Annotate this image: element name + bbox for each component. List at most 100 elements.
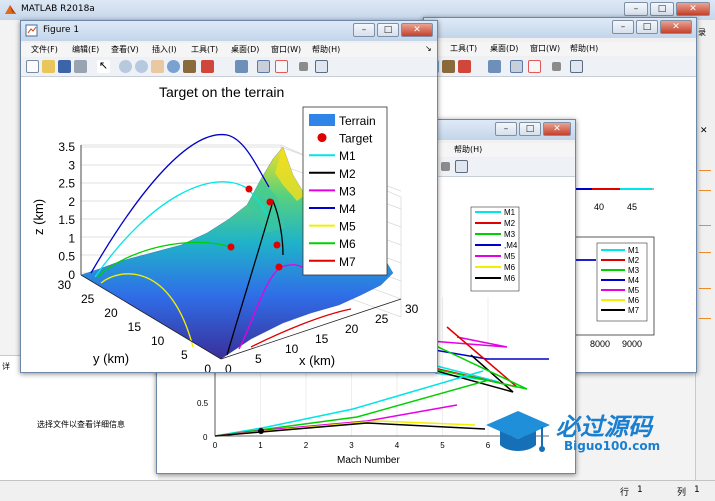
right-edge-marker xyxy=(699,170,711,171)
pan-icon[interactable] xyxy=(151,60,164,73)
figure2-close-button[interactable]: ✕ xyxy=(543,122,571,136)
figure2-legend: M1 M2 M3 ,M4 M5 M6 M6 xyxy=(470,206,520,292)
edit-plot-icon[interactable]: ↖ xyxy=(97,60,110,73)
x-tick-label: 0 xyxy=(213,441,218,450)
figure1-minimize-button[interactable]: – xyxy=(353,23,375,37)
legend-marker xyxy=(317,133,327,143)
main-close-button[interactable]: ✕ xyxy=(676,2,710,16)
status-line-label: 行 xyxy=(620,488,630,498)
hide-tools-icon[interactable] xyxy=(552,62,561,71)
legend-icon[interactable] xyxy=(275,60,288,73)
figure3-minimize-button[interactable]: – xyxy=(612,20,634,34)
x-tick-label: 5 xyxy=(255,352,262,366)
figure-icon xyxy=(25,24,38,37)
menu-view[interactable]: 查看(V) xyxy=(111,44,139,55)
legend-label: M5 xyxy=(339,220,356,234)
target-marker xyxy=(273,241,281,249)
figure3-menu-tools[interactable]: 工具(T) xyxy=(450,43,477,54)
legend-label: M4 xyxy=(339,202,356,216)
menu-desktop[interactable]: 桌面(D) xyxy=(231,44,259,55)
colorbar-icon[interactable] xyxy=(510,60,523,73)
figure2-x-ticks: 0123456 xyxy=(213,441,491,450)
figure3-toolbar xyxy=(424,58,696,77)
legend-label: Terrain xyxy=(339,114,376,128)
new-figure-icon[interactable] xyxy=(26,60,39,73)
figure1-title: Figure 1 xyxy=(43,25,80,35)
menu-help[interactable]: 帮助(H) xyxy=(312,44,340,55)
x-tick-label: 2 xyxy=(304,441,309,450)
link-icon[interactable] xyxy=(488,60,501,73)
right-panel-edge: 录 ✕ xyxy=(695,20,715,480)
menu-window[interactable]: 窗口(W) xyxy=(271,44,301,55)
right-edge-marker xyxy=(699,225,711,226)
legend-label: M6 xyxy=(628,296,640,305)
right-edge-marker xyxy=(699,252,711,253)
figure3-menu-desktop[interactable]: 桌面(D) xyxy=(490,43,518,54)
hide-tools-icon[interactable] xyxy=(441,162,450,171)
hide-tools-icon[interactable] xyxy=(299,62,308,71)
figure3-maximize-button[interactable]: □ xyxy=(636,20,658,34)
brush-icon[interactable] xyxy=(201,60,214,73)
right-edge-close-icon[interactable]: ✕ xyxy=(700,126,708,136)
legend-icon[interactable] xyxy=(528,60,541,73)
data-cursor-icon[interactable] xyxy=(183,60,196,73)
figure3-legend: M1M2M3M4M5M6M7 xyxy=(596,242,648,322)
target-marker xyxy=(275,263,283,271)
right-edge-label: 录 xyxy=(698,28,706,37)
figure2-xlabel: Mach Number xyxy=(337,455,400,466)
details-tab[interactable]: 详 xyxy=(2,361,10,372)
figure3-titlebar[interactable]: – □ ✕ xyxy=(424,18,696,38)
colorbar-icon[interactable] xyxy=(257,60,270,73)
dock-icon[interactable] xyxy=(455,160,468,173)
legend-label: M1 xyxy=(504,208,516,217)
menu-tools[interactable]: 工具(T) xyxy=(191,44,218,55)
save-icon[interactable] xyxy=(58,60,71,73)
figure2-minimize-button[interactable]: – xyxy=(495,122,517,136)
menu-file[interactable]: 文件(F) xyxy=(31,44,58,55)
print-icon[interactable] xyxy=(74,60,87,73)
link-icon[interactable] xyxy=(235,60,248,73)
legend-label: M3 xyxy=(504,230,516,239)
watermark-brand: 必过源码 xyxy=(556,413,652,441)
x-tick-label: 1 xyxy=(258,441,263,450)
x-axis-label: x (km) xyxy=(299,353,335,368)
zoom-out-icon[interactable] xyxy=(135,60,148,73)
details-empty-text: 选择文件以查看详细信息 xyxy=(37,420,125,429)
dock-icon[interactable] xyxy=(315,60,328,73)
open-file-icon[interactable] xyxy=(42,60,55,73)
figure2-menu-help[interactable]: 帮助(H) xyxy=(454,144,482,155)
figure3-menu-help[interactable]: 帮助(H) xyxy=(570,43,598,54)
figure1-titlebar[interactable]: Figure 1 – □ ✕ xyxy=(21,21,437,41)
legend-label: M5 xyxy=(504,252,516,261)
main-minimize-button[interactable]: – xyxy=(624,2,648,16)
chart-title: Target on the terrain xyxy=(159,84,284,100)
menu-insert[interactable]: 插入(I) xyxy=(152,44,177,55)
y-tick-label: 5 xyxy=(181,348,188,362)
legend-label: M5 xyxy=(628,286,640,295)
figure1-maximize-button[interactable]: □ xyxy=(377,23,399,37)
figure1-close-button[interactable]: ✕ xyxy=(401,23,433,37)
y-tick-label: 0 xyxy=(204,362,211,372)
matlab-logo-icon xyxy=(5,5,16,14)
status-line-value: 1 xyxy=(637,485,643,495)
menu-edit[interactable]: 编辑(E) xyxy=(72,44,99,55)
graduation-cap-icon xyxy=(486,411,550,452)
figure3-menu-window[interactable]: 窗口(W) xyxy=(530,43,560,54)
dock-arrow-icon[interactable]: ↘ xyxy=(425,44,432,53)
legend-label: M1 xyxy=(628,246,640,255)
main-maximize-button[interactable]: □ xyxy=(650,2,674,16)
right-edge-marker xyxy=(699,318,711,319)
dock-icon[interactable] xyxy=(570,60,583,73)
z-tick-label: 3.5 xyxy=(58,140,75,154)
figure3-close-button[interactable]: ✕ xyxy=(660,20,692,34)
rotate-3d-icon[interactable] xyxy=(167,60,180,73)
data-cursor-icon[interactable] xyxy=(442,60,455,73)
main-statusbar: 行 1 列 1 xyxy=(0,480,715,501)
figure2-maximize-button[interactable]: □ xyxy=(519,122,541,136)
legend-label: M3 xyxy=(339,184,356,198)
zoom-in-icon[interactable] xyxy=(119,60,132,73)
figure1-window[interactable]: Figure 1 – □ ✕ 文件(F) 编辑(E) 查看(V) 插入(I) 工… xyxy=(20,20,438,373)
legend-label: M4 xyxy=(628,276,640,285)
brush-icon[interactable] xyxy=(458,60,471,73)
z-ticks: 00.511.522.533.5 xyxy=(58,140,75,282)
